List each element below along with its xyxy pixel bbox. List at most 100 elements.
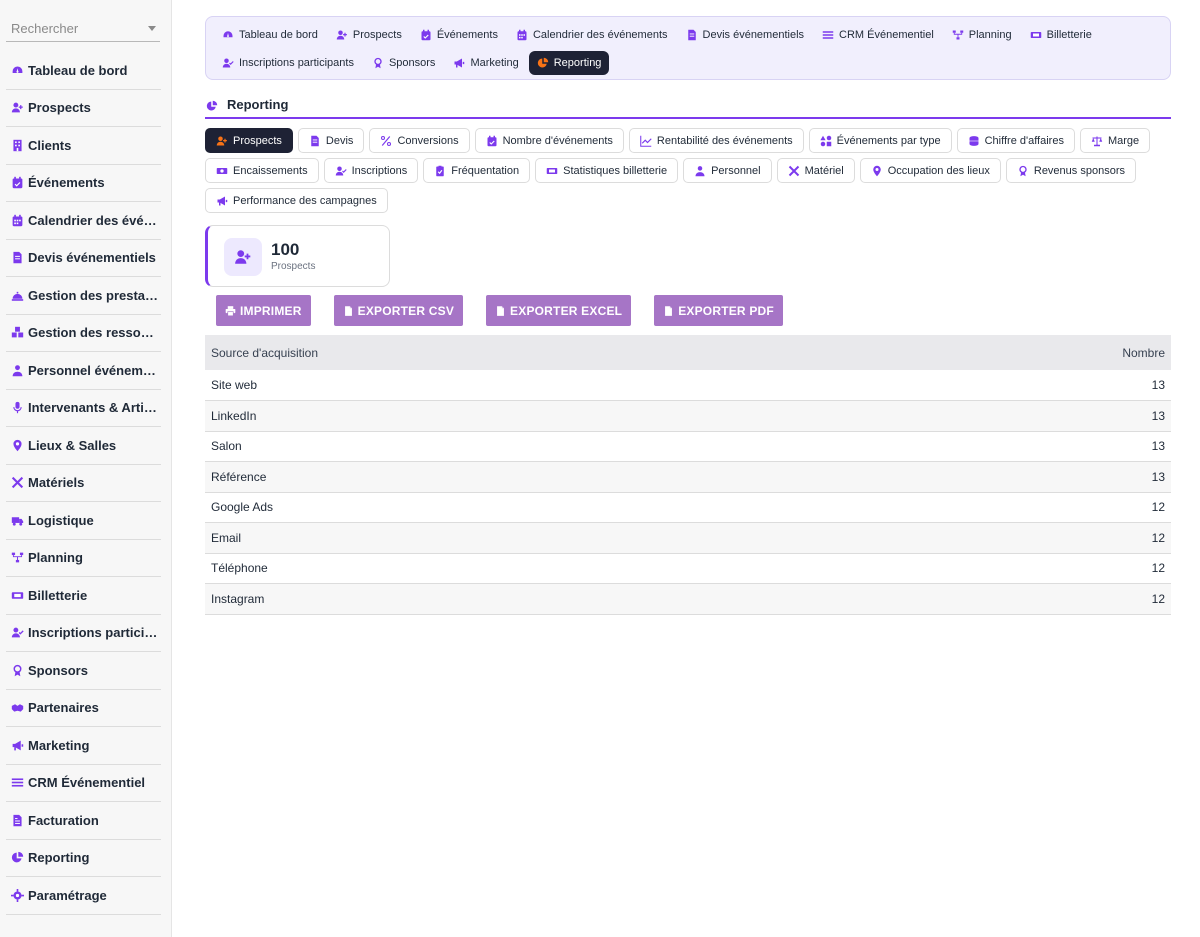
top-navigation: Tableau de bord Prospects Événements Calend…	[205, 16, 1171, 80]
sidebar-item-crm-evenementiel[interactable]: CRM Événementiel	[6, 765, 161, 802]
tab-frequentation[interactable]: Fréquentation	[423, 158, 531, 183]
bullhorn-icon	[453, 57, 465, 69]
top-nav-label: Tableau de bord	[239, 29, 318, 41]
sidebar-item-billetterie[interactable]: Billetterie	[6, 577, 161, 615]
sidebar-item-lieux-salles[interactable]: Lieux & Salles	[6, 427, 161, 465]
tab-label: Devis	[325, 134, 354, 147]
sidebar-item-tableau-de-bord[interactable]: Tableau de bord	[6, 52, 161, 90]
tab-evenements-par-type[interactable]: Événements par type	[808, 128, 952, 153]
cell-source: Site web	[205, 370, 867, 401]
file-excel-icon	[495, 305, 506, 316]
award-icon	[372, 57, 384, 69]
table-header-row: Source d'acquisition Nombre	[205, 335, 1171, 370]
tab-nombre-d-evenements[interactable]: Nombre d'événements	[474, 128, 624, 153]
sidebar-item-parametrage[interactable]: Paramétrage	[6, 877, 161, 915]
top-nav-crm-evenementiel[interactable]: CRM Événementiel	[814, 23, 942, 47]
sidebar: Tableau de bord Prospects Clients Événement…	[0, 0, 172, 937]
print-button[interactable]: IMPRIMER	[216, 295, 311, 326]
tab-label: Conversions	[397, 134, 459, 147]
sidebar-item-reporting[interactable]: Reporting	[6, 840, 161, 877]
top-nav-devis-evenementiels[interactable]: Devis événementiels	[678, 23, 813, 47]
sidebar-item-gestion-des-prestations[interactable]: Gestion des prestations	[6, 277, 161, 315]
cell-count: 13	[866, 461, 1171, 493]
chevron-down-icon[interactable]	[148, 26, 156, 31]
sidebar-item-marketing[interactable]: Marketing	[6, 727, 161, 765]
tab-personnel[interactable]: Personnel	[683, 158, 772, 183]
ticket-icon	[11, 589, 24, 602]
top-nav-inscriptions-participants[interactable]: Inscriptions participants	[214, 51, 362, 75]
table-row: LinkedIn 13	[205, 400, 1171, 432]
tab-prospects[interactable]: Prospects	[205, 128, 293, 153]
sidebar-item-intervenants-artistes[interactable]: Intervenants & Artistes	[6, 390, 161, 427]
sidebar-item-planning[interactable]: Planning	[6, 540, 161, 577]
tab-marge[interactable]: Marge	[1079, 128, 1151, 153]
money-bill-icon	[216, 165, 228, 177]
sidebar-item-personnel-evenementiel[interactable]: Personnel événementiel	[6, 352, 161, 390]
top-nav-planning[interactable]: Planning	[944, 23, 1020, 47]
sidebar-item-inscriptions-participants[interactable]: Inscriptions participants	[6, 615, 161, 652]
top-nav-label: Prospects	[352, 29, 402, 41]
sidebar-item-materiels[interactable]: Matériels	[6, 465, 161, 502]
tab-devis[interactable]: Devis	[297, 128, 365, 153]
sidebar-item-calendrier-des-evenements[interactable]: Calendrier des événements	[6, 202, 161, 240]
handshake-icon	[11, 701, 24, 714]
cell-count: 12	[866, 583, 1171, 615]
calendar-check-icon	[420, 29, 432, 41]
top-nav-reporting[interactable]: Reporting	[528, 51, 610, 75]
sidebar-item-gestion-des-ressources[interactable]: Gestion des ressources	[6, 315, 161, 352]
user-tie-icon	[694, 165, 706, 177]
sidebar-item-label: Matériels	[28, 475, 85, 491]
scale-icon	[1091, 135, 1103, 147]
stat-card: 100 Prospects	[205, 225, 390, 287]
tab-label: Marge	[1107, 134, 1140, 147]
sidebar-item-evenements[interactable]: Événements	[6, 165, 161, 202]
tab-inscriptions[interactable]: Inscriptions	[323, 158, 419, 183]
tab-statistiques-billetterie[interactable]: Statistiques billetterie	[535, 158, 679, 183]
top-nav-evenements[interactable]: Événements	[412, 23, 506, 47]
export-excel-button[interactable]: EXPORTER EXCEL	[486, 295, 632, 326]
table-row: Site web 13	[205, 370, 1171, 401]
sidebar-item-devis-evenementiels[interactable]: Devis événementiels	[6, 240, 161, 277]
cell-source: Téléphone	[205, 553, 867, 584]
sidebar-item-label: Clients	[28, 137, 72, 153]
tab-occupation-des-lieux[interactable]: Occupation des lieux	[859, 158, 1001, 183]
search-select[interactable]	[6, 14, 160, 42]
tab-conversions[interactable]: Conversions	[369, 128, 470, 153]
sidebar-item-label: Personnel événementiel	[28, 362, 161, 378]
tab-label: Personnel	[711, 164, 761, 177]
sidebar-item-label: Inscriptions participants	[28, 625, 161, 641]
sidebar-item-partenaires[interactable]: Partenaires	[6, 690, 161, 727]
tab-rentabilite-des-evenements[interactable]: Rentabilité des événements	[628, 128, 804, 153]
export-csv-button[interactable]: EXPORTER CSV	[333, 295, 464, 326]
sidebar-item-label: Partenaires	[28, 700, 99, 716]
export-actions: IMPRIMER EXPORTER CSV EXPORTER EXCEL EXP…	[216, 295, 783, 326]
top-nav-billetterie[interactable]: Billetterie	[1022, 23, 1100, 47]
clipboard-check-icon	[434, 165, 446, 177]
sidebar-item-logistique[interactable]: Logistique	[6, 502, 161, 540]
top-nav-calendrier-des-evenements[interactable]: Calendrier des événements	[508, 23, 676, 47]
bullhorn-icon	[216, 195, 228, 207]
cell-count: 12	[866, 522, 1171, 554]
tab-revenus-sponsors[interactable]: Revenus sponsors	[1005, 158, 1136, 183]
sidebar-item-clients[interactable]: Clients	[6, 127, 161, 165]
top-nav-prospects[interactable]: Prospects	[328, 23, 410, 47]
tab-chiffre-d-affaires[interactable]: Chiffre d'affaires	[956, 128, 1075, 153]
sidebar-item-prospects[interactable]: Prospects	[6, 90, 161, 127]
sidebar-item-facturation[interactable]: Facturation	[6, 802, 161, 840]
export-pdf-button[interactable]: EXPORTER PDF	[654, 295, 783, 326]
print-icon	[225, 305, 236, 316]
sidebar-item-label: Lieux & Salles	[28, 437, 117, 453]
tab-encaissements[interactable]: Encaissements	[205, 158, 319, 183]
search-input[interactable]	[6, 14, 146, 42]
top-nav-sponsors[interactable]: Sponsors	[364, 51, 443, 75]
tab-performance-des-campagnes[interactable]: Performance des campagnes	[205, 188, 388, 213]
file-pdf-icon	[663, 305, 674, 316]
invoice-icon	[11, 251, 24, 264]
sidebar-item-sponsors[interactable]: Sponsors	[6, 652, 161, 690]
top-nav-tableau-de-bord[interactable]: Tableau de bord	[214, 23, 326, 47]
export-excel-label: EXPORTER EXCEL	[510, 303, 623, 318]
cell-source: LinkedIn	[205, 400, 867, 432]
tab-materiel[interactable]: Matériel	[776, 158, 855, 183]
table-row: Google Ads 12	[205, 492, 1171, 523]
top-nav-marketing[interactable]: Marketing	[445, 51, 526, 75]
